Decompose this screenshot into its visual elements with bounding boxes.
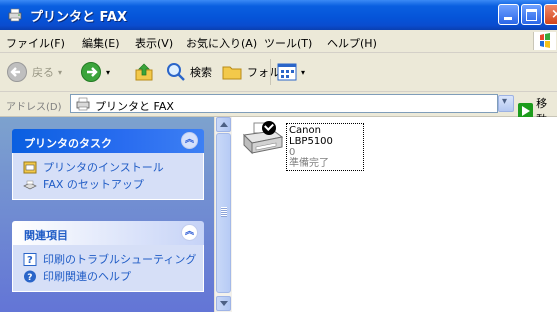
maximize-icon [526,9,537,21]
printer-fax-icon [76,97,90,111]
chevron-down-icon: ▾ [502,96,508,107]
back-button[interactable]: 戻る ▾ [6,61,62,83]
search-icon [167,63,185,81]
maximize-button[interactable] [521,4,542,25]
views-icon [277,63,297,81]
close-button[interactable]: × [544,4,557,25]
scroll-thumb[interactable] [216,133,231,293]
views-button[interactable]: ▾ [277,61,305,83]
views-dropdown-icon[interactable]: ▾ [301,68,305,77]
help-topic-icon: ? [23,253,37,266]
add-printer-label: プリンタのインストール [43,161,164,174]
printer-status: 準備完了 [289,158,329,169]
task-pane-scrollbar[interactable] [214,117,232,312]
address-field[interactable]: プリンタと FAX [70,94,498,113]
print-help-label: 印刷関連のヘルプ [43,270,131,283]
grip-icon [221,207,227,217]
troubleshoot-link[interactable]: ? 印刷のトラブルシューティング [13,251,203,268]
toolbar-separator [270,59,271,85]
troubleshoot-label: 印刷のトラブルシューティング [43,253,197,266]
related-header[interactable]: 関連項目 ︽ [12,221,204,245]
task-pane: プリンタのタスク ︽ プリンタのインストール FAX のセットアップ 関連項目 … [0,117,214,312]
menu-favorites[interactable]: お気に入り(A) [186,35,257,51]
svg-text:?: ? [27,255,33,266]
back-arrow-icon [7,62,27,82]
help-icon: ? [24,270,36,283]
printer-tasks-panel: プリンタのタスク ︽ プリンタのインストール FAX のセットアップ [12,129,204,200]
back-label: 戻る [32,66,54,79]
collapse-icon[interactable]: ︽ [181,224,198,241]
window-title: プリンタと FAX [30,10,127,25]
print-help-link[interactable]: ? 印刷関連のヘルプ [13,268,203,285]
minimize-icon [504,17,512,20]
close-icon: × [551,7,557,22]
printer-label[interactable]: Canon LBP5100 0 準備完了 [286,123,364,171]
search-label: 検索 [190,66,212,79]
up-folder-icon [135,63,153,81]
up-folder-button[interactable] [133,61,155,83]
windows-logo-icon [533,32,556,50]
fax-icon [23,180,37,190]
scroll-down-button[interactable] [216,296,231,311]
add-printer-icon [23,161,37,174]
fax-setup-label: FAX のセットアップ [43,178,144,191]
address-label: アドレス(D) [6,102,62,113]
forward-arrow-icon [81,62,101,82]
fax-setup-link[interactable]: FAX のセットアップ [13,176,203,193]
search-button[interactable]: 検索 [166,61,212,83]
printer-job-count: 0 [289,147,296,158]
scroll-up-button[interactable] [216,117,231,132]
svg-text:?: ? [27,273,32,283]
toolbar: 戻る ▾ ▾ 検索 フォルダ ▾ [0,53,557,92]
printer-tasks-header[interactable]: プリンタのタスク ︽ [12,129,204,153]
printer-tasks-body: プリンタのインストール FAX のセットアップ [12,153,204,200]
back-dropdown-icon[interactable]: ▾ [58,68,62,77]
related-body: ? 印刷のトラブルシューティング ? 印刷関連のヘルプ [12,245,204,292]
printer-tasks-title: プリンタのタスク [24,137,112,150]
printer-list: Canon LBP5100 0 準備完了 [232,117,557,312]
address-value: プリンタと FAX [95,100,174,113]
add-printer-link[interactable]: プリンタのインストール [13,159,203,176]
forward-button[interactable]: ▾ [80,61,110,83]
related-title: 関連項目 [24,229,68,242]
printer-fax-icon [8,8,22,22]
address-bar: アドレス(D) プリンタと FAX ▾ 移動 [0,92,557,126]
collapse-icon[interactable]: ︽ [181,132,198,149]
scroll-down-icon [220,301,228,306]
menu-view[interactable]: 表示(V) [135,35,173,51]
scroll-up-icon [220,122,228,127]
menu-bar: ファイル(F) 編集(E) 表示(V) お気に入り(A) ツール(T) ヘルプ(… [0,30,557,53]
folders-icon [222,66,242,80]
menu-edit[interactable]: 編集(E) [82,35,120,51]
windows-flag-icon [540,33,550,48]
menu-help[interactable]: ヘルプ(H) [327,35,377,51]
related-panel: 関連項目 ︽ ? 印刷のトラブルシューティング ? 印刷関連のヘルプ [12,221,204,292]
default-printer-check-icon [262,121,276,135]
minimize-button[interactable] [498,4,519,25]
title-bar[interactable]: プリンタと FAX × [0,0,557,30]
menu-tools[interactable]: ツール(T) [264,35,312,51]
printer-name: Canon LBP5100 [289,125,333,147]
address-dropdown-button[interactable]: ▾ [498,95,514,112]
menu-file[interactable]: ファイル(F) [6,35,65,51]
forward-dropdown-icon[interactable]: ▾ [106,68,110,77]
